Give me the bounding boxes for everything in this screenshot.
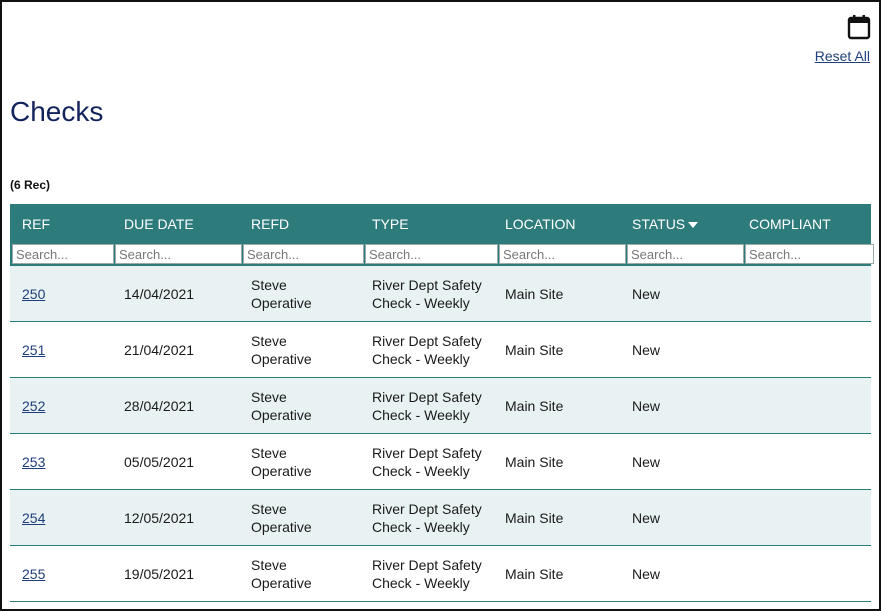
type-line: Check - Weekly — [372, 350, 470, 367]
type-line: Check - Weekly — [372, 406, 470, 423]
refd-line: Operative — [251, 518, 312, 535]
type-line: River Dept Safety — [372, 276, 482, 293]
refd-cell: Steve Operative — [239, 556, 360, 592]
table-row: 255 19/05/2021 Steve Operative River Dept… — [10, 546, 871, 602]
type-line: River Dept Safety — [372, 444, 482, 461]
refd-line: Steve — [251, 556, 287, 573]
type-line: River Dept Safety — [372, 332, 482, 349]
type-cell: River Dept Safety Check - Weekly — [360, 276, 493, 312]
refd-line: Operative — [251, 294, 312, 311]
ref-link[interactable]: 253 — [22, 454, 45, 470]
column-header-ref[interactable]: REF — [10, 216, 112, 232]
refd-line: Operative — [251, 574, 312, 591]
location-cell: Main Site — [505, 565, 564, 582]
location-cell: Main Site — [505, 341, 564, 358]
ref-link[interactable]: 254 — [22, 510, 45, 526]
refd-cell: Steve Operative — [239, 276, 360, 312]
search-due-date-input[interactable] — [115, 244, 242, 264]
record-count: (6 Rec) — [10, 178, 51, 192]
ref-link[interactable]: 252 — [22, 398, 45, 414]
column-header-status-wrap[interactable]: STATUS — [620, 216, 737, 232]
type-line: Check - Weekly — [372, 518, 470, 535]
ref-link[interactable]: 251 — [22, 342, 45, 358]
type-cell: River Dept Safety Check - Weekly — [360, 556, 493, 592]
column-header-type[interactable]: TYPE — [360, 216, 493, 232]
column-header-status[interactable]: STATUS — [632, 216, 685, 232]
column-header-due-date[interactable]: DUE DATE — [112, 216, 239, 232]
search-location-input[interactable] — [499, 244, 626, 264]
type-cell: River Dept Safety Check - Weekly — [360, 444, 493, 480]
refd-line: Steve — [251, 388, 287, 405]
type-cell: River Dept Safety Check - Weekly — [360, 332, 493, 368]
search-status-input[interactable] — [627, 244, 744, 264]
table-header-row: REF DUE DATE REFD TYPE LOCATION STATUS C… — [10, 204, 871, 244]
status-cell: New — [632, 341, 661, 358]
refd-line: Steve — [251, 332, 287, 349]
refd-line: Steve — [251, 276, 287, 293]
table-row: 252 28/04/2021 Steve Operative River Dept… — [10, 378, 871, 434]
ref-link[interactable]: 255 — [22, 566, 45, 582]
refd-line: Operative — [251, 406, 312, 423]
refd-line: Steve — [251, 444, 287, 461]
due-date-cell: 19/05/2021 — [124, 565, 195, 582]
ref-link[interactable]: 250 — [22, 286, 45, 302]
column-search-row — [10, 244, 874, 266]
due-date-cell: 05/05/2021 — [124, 453, 195, 470]
refd-cell: Steve Operative — [239, 444, 360, 480]
search-compliant-input[interactable] — [745, 244, 874, 264]
due-date-cell: 14/04/2021 — [124, 285, 195, 302]
type-line: Check - Weekly — [372, 462, 470, 479]
type-line: River Dept Safety — [372, 388, 482, 405]
calendar-icon[interactable] — [847, 14, 871, 40]
location-cell: Main Site — [505, 285, 564, 302]
status-cell: New — [632, 453, 661, 470]
type-line: Check - Weekly — [372, 294, 470, 311]
search-type-input[interactable] — [365, 244, 498, 264]
refd-cell: Steve Operative — [239, 332, 360, 368]
type-line: Check - Weekly — [372, 574, 470, 591]
refd-line: Steve — [251, 500, 287, 517]
column-header-compliant[interactable]: COMPLIANT — [737, 216, 871, 232]
type-cell: River Dept Safety Check - Weekly — [360, 500, 493, 536]
reset-all-link[interactable]: Reset All — [815, 48, 870, 64]
status-cell: New — [632, 509, 661, 526]
table-row: 251 21/04/2021 Steve Operative River Dept… — [10, 322, 871, 378]
type-line: River Dept Safety — [372, 556, 482, 573]
due-date-cell: 12/05/2021 — [124, 509, 195, 526]
search-refd-input[interactable] — [243, 244, 364, 264]
checks-table: REF DUE DATE REFD TYPE LOCATION STATUS C… — [10, 204, 874, 602]
refd-cell: Steve Operative — [239, 500, 360, 536]
table-row: 253 05/05/2021 Steve Operative River Dept… — [10, 434, 871, 490]
due-date-cell: 28/04/2021 — [124, 397, 195, 414]
table-row: 254 12/05/2021 Steve Operative River Dept… — [10, 490, 871, 546]
table-row: 250 14/04/2021 Steve Operative River Dept… — [10, 266, 871, 322]
type-line: River Dept Safety — [372, 500, 482, 517]
refd-line: Operative — [251, 350, 312, 367]
type-cell: River Dept Safety Check - Weekly — [360, 388, 493, 424]
column-header-refd[interactable]: REFD — [239, 216, 360, 232]
status-cell: New — [632, 397, 661, 414]
refd-line: Operative — [251, 462, 312, 479]
location-cell: Main Site — [505, 453, 564, 470]
page-title: Checks — [10, 96, 104, 127]
sort-descending-icon[interactable] — [688, 222, 699, 229]
status-cell: New — [632, 285, 661, 302]
refd-cell: Steve Operative — [239, 388, 360, 424]
location-cell: Main Site — [505, 397, 564, 414]
location-cell: Main Site — [505, 509, 564, 526]
search-ref-input[interactable] — [12, 244, 114, 264]
status-cell: New — [632, 565, 661, 582]
app-frame: Reset All Checks (6 Rec) REF DUE DATE RE… — [0, 0, 881, 611]
column-header-location[interactable]: LOCATION — [493, 216, 620, 232]
due-date-cell: 21/04/2021 — [124, 341, 195, 358]
